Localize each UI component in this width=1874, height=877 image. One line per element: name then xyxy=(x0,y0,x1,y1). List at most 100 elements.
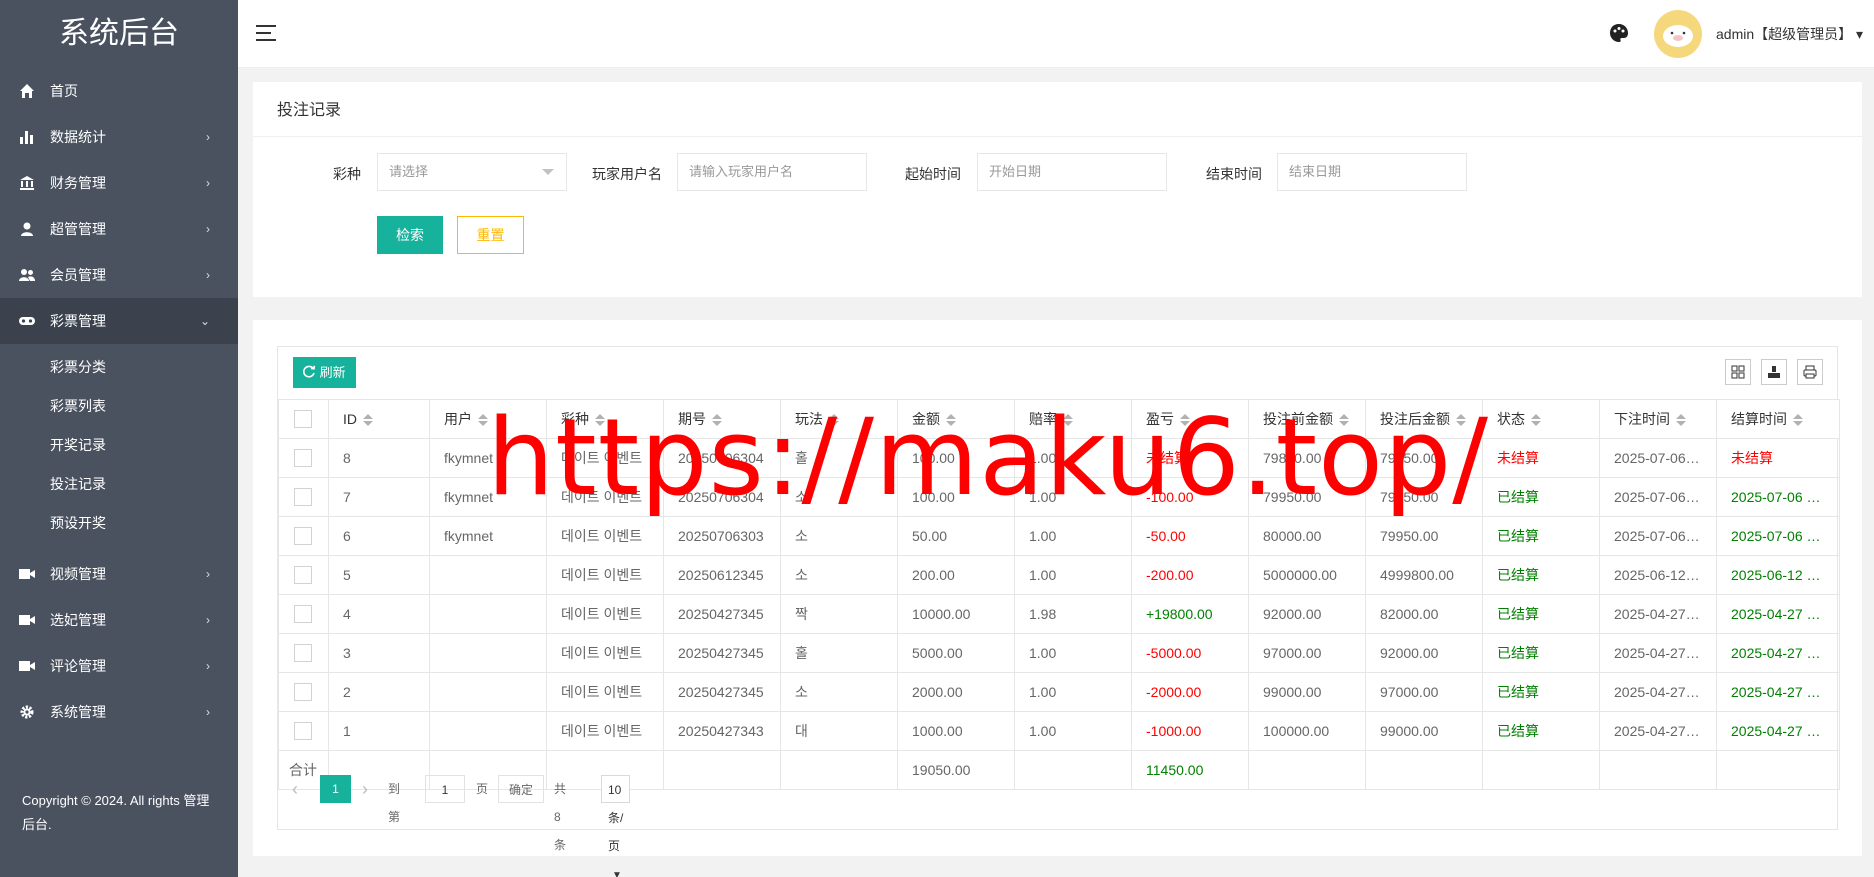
sidebar-item-label: 选妃管理 xyxy=(50,612,106,628)
lottery-select[interactable]: 请选择 xyxy=(377,153,567,191)
sidebar-item-home[interactable]: 首页 xyxy=(0,68,238,114)
sidebar-item-statistics[interactable]: 数据统计 › xyxy=(0,114,238,160)
next-page-icon[interactable]: › xyxy=(362,775,382,803)
user-icon xyxy=(21,222,33,236)
sidebar-item-finance[interactable]: 财务管理 › xyxy=(0,160,238,206)
cell-issue: 20250706303 xyxy=(663,516,781,556)
sidebar-subitem-bet-records[interactable]: 投注记录 xyxy=(0,465,238,504)
bar-chart-icon xyxy=(20,131,33,144)
export-icon[interactable] xyxy=(1761,359,1787,385)
copyright-text: Copyright © 2024. All rights 管理后台. xyxy=(22,793,210,832)
row-checkbox[interactable] xyxy=(294,683,312,702)
goto-page-input[interactable]: 1 xyxy=(425,775,465,803)
row-checkbox[interactable] xyxy=(294,527,312,546)
page-size-select[interactable]: 10 条/页 ▼ xyxy=(601,775,631,877)
page-button-current[interactable]: 1 xyxy=(320,775,351,803)
sidebar-item-selection[interactable]: 选妃管理 › xyxy=(0,597,238,643)
table-row[interactable]: 2 데이트 이벤트 20250427345 소 2000.00 1.00 -2000.00 9… xyxy=(278,672,1840,712)
sidebar-item-lottery[interactable]: 彩票管理 ⌄ xyxy=(0,298,238,344)
sort-icon[interactable] xyxy=(1793,414,1803,427)
row-checkbox[interactable] xyxy=(294,605,312,624)
cell-profit: -50.00 xyxy=(1131,516,1249,556)
cell-id: 8 xyxy=(328,438,430,478)
reset-button[interactable]: 重置 xyxy=(457,216,524,254)
cell-user: fkymnet xyxy=(429,516,547,556)
goto-confirm-button[interactable]: 确定 xyxy=(498,775,544,803)
sidebar-item-label: 数据统计 xyxy=(50,129,106,145)
column-header-id[interactable]: ID xyxy=(328,399,430,439)
sidebar-item-label: 视频管理 xyxy=(50,566,106,582)
player-username-input[interactable]: 请输入玩家用户名 xyxy=(677,153,867,191)
cell-odds: 1.00 xyxy=(1014,711,1132,751)
start-date-input[interactable]: 开始日期 xyxy=(977,153,1167,191)
cell-play: 홀 xyxy=(780,633,898,673)
goto-label: 到第 xyxy=(388,782,401,824)
cell-profit: -200.00 xyxy=(1131,555,1249,595)
user-menu[interactable]: admin【超级管理员】 ▾ xyxy=(1716,24,1863,44)
row-select-cell xyxy=(278,672,329,712)
row-checkbox[interactable] xyxy=(294,566,312,585)
avatar[interactable] xyxy=(1654,10,1702,58)
cell-bet-time: 2025-04-27 02:14 xyxy=(1599,594,1717,634)
end-time-label: 结束时间 xyxy=(1206,166,1262,182)
column-header-bet-time[interactable]: 下注时间 xyxy=(1599,399,1717,439)
print-icon[interactable] xyxy=(1797,359,1823,385)
cell-amount: 5000.00 xyxy=(897,633,1015,673)
select-all-checkbox[interactable] xyxy=(294,410,312,429)
watermark-url: https://maku6.top/ xyxy=(487,396,1490,519)
refresh-button[interactable]: 刷新 xyxy=(293,357,356,388)
sidebar-item-members[interactable]: 会员管理 › xyxy=(0,252,238,298)
cell-bet-time: 2025-04-27 02:14 xyxy=(1599,633,1717,673)
palette-icon[interactable] xyxy=(1608,22,1630,44)
table-row[interactable]: 1 데이트 이벤트 20250427343 대 1000.00 1.00 -1000.00 1… xyxy=(278,711,1840,751)
chevron-right-icon: › xyxy=(206,268,210,282)
cell-issue: 20250612345 xyxy=(663,555,781,595)
row-checkbox[interactable] xyxy=(294,644,312,663)
sort-icon[interactable] xyxy=(1676,414,1686,427)
column-header-settle-time[interactable]: 结算时间 xyxy=(1716,399,1840,439)
bank-icon xyxy=(20,176,34,190)
total-amount: 19050.00 xyxy=(897,750,1015,790)
sidebar-subitem-lottery-list[interactable]: 彩票列表 xyxy=(0,387,238,426)
home-icon xyxy=(20,84,34,98)
cell-id: 2 xyxy=(328,672,430,712)
table-row[interactable]: 3 데이트 이벤트 20250427345 홀 5000.00 1.00 -5000.00 9… xyxy=(278,633,1840,673)
sidebar-item-video[interactable]: 视频管理 › xyxy=(0,551,238,597)
cell-profit: -5000.00 xyxy=(1131,633,1249,673)
table-row[interactable]: 6 fkymnet 데이트 이벤트 20250706303 소 50.00 1.00 -50.… xyxy=(278,516,1840,556)
row-checkbox[interactable] xyxy=(294,488,312,507)
menu-toggle-icon[interactable] xyxy=(256,25,276,43)
sidebar-subitem-lottery-category[interactable]: 彩票分类 xyxy=(0,348,238,387)
sidebar-item-label: 系统管理 xyxy=(50,704,106,720)
sort-icon[interactable] xyxy=(1531,414,1541,427)
sidebar-item-label: 超管管理 xyxy=(50,221,106,237)
column-header-status[interactable]: 状态 xyxy=(1482,399,1600,439)
cell-settle-time: 2025-04-27 02:15 xyxy=(1716,672,1840,712)
cell-odds: 1.00 xyxy=(1014,516,1132,556)
search-button[interactable]: 检索 xyxy=(377,216,443,254)
row-checkbox[interactable] xyxy=(294,449,312,468)
cell-settle-time: 2025-04-27 02:15 xyxy=(1716,633,1840,673)
cell-after-amount: 82000.00 xyxy=(1365,594,1483,634)
sidebar-item-system[interactable]: 系统管理 › xyxy=(0,689,238,735)
cell-id: 6 xyxy=(328,516,430,556)
cell-before-amount: 100000.00 xyxy=(1248,711,1366,751)
table-row[interactable]: 4 데이트 이벤트 20250427345 짝 10000.00 1.98 +19800.0… xyxy=(278,594,1840,634)
sort-icon[interactable] xyxy=(363,414,373,427)
gamepad-icon xyxy=(19,317,35,325)
table-row[interactable]: 5 데이트 이벤트 20250612345 소 200.00 1.00 -200.00 500… xyxy=(278,555,1840,595)
cell-settle-time: 2025-07-06 19:03 xyxy=(1716,516,1840,556)
end-date-input[interactable]: 结束日期 xyxy=(1277,153,1467,191)
columns-filter-icon[interactable] xyxy=(1725,359,1751,385)
prev-page-icon[interactable]: ‹ xyxy=(292,775,312,803)
sidebar-subitem-preset-draw[interactable]: 预设开奖 xyxy=(0,504,238,543)
sidebar-subitem-draw-records[interactable]: 开奖记录 xyxy=(0,426,238,465)
cell-amount: 50.00 xyxy=(897,516,1015,556)
cell-id: 4 xyxy=(328,594,430,634)
cell-issue: 20250427345 xyxy=(663,633,781,673)
row-checkbox[interactable] xyxy=(294,722,312,741)
sidebar-item-admin[interactable]: 超管管理 › xyxy=(0,206,238,252)
chevron-right-icon: › xyxy=(206,659,210,673)
cell-bet-time: 2025-04-27 02:14 xyxy=(1599,672,1717,712)
sidebar-item-comments[interactable]: 评论管理 › xyxy=(0,643,238,689)
